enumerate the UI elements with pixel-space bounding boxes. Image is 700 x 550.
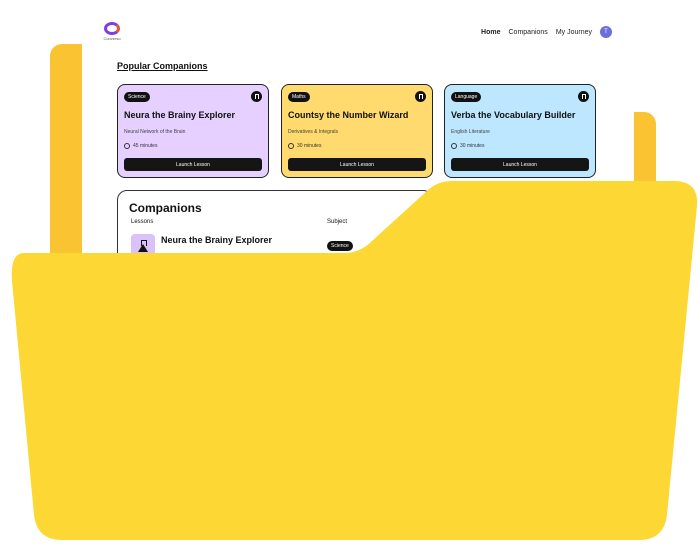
companions-list-panel: Companions Lessons Subject Neura the Bra…	[117, 190, 433, 286]
duration-text: 30 minutes	[297, 143, 322, 149]
app-screen: Converso Home Companions My Journey T Po…	[82, 14, 634, 286]
nav-link-companions[interactable]: Companions	[509, 29, 548, 36]
card-topic: Neural Network of the Brain	[124, 129, 186, 135]
card-duration: 45 minutes	[124, 143, 157, 149]
companion-card-language: Language Verba the Vocabulary Builder En…	[444, 84, 596, 178]
card-title: Neura the Brainy Explorer	[124, 110, 236, 120]
logo-text: Converso	[103, 36, 121, 41]
companions-title: Companions	[129, 201, 202, 215]
card-title: Verba the Vocabulary Builder	[451, 110, 576, 120]
companion-card-maths: Maths Countsy the Number Wizard Derivati…	[281, 84, 433, 178]
nav-link-home[interactable]: Home	[481, 29, 500, 36]
launch-lesson-button[interactable]: Launch Lesson	[288, 158, 426, 171]
logo[interactable]: Converso	[103, 22, 121, 42]
clock-icon	[451, 143, 457, 149]
bookmark-icon[interactable]	[415, 91, 426, 102]
avatar[interactable]: T	[600, 26, 612, 38]
table-row-name[interactable]: Neura the Brainy Explorer	[161, 235, 272, 245]
subject-badge: Language	[451, 92, 482, 102]
duration-text: 30 minutes	[460, 143, 485, 149]
card-title: Countsy the Number Wizard	[288, 110, 409, 120]
clock-icon	[288, 143, 294, 149]
popular-companions-title: Popular Companions	[117, 61, 208, 71]
duration-text: 45 minutes	[133, 143, 158, 149]
subject-badge: Science	[124, 92, 150, 102]
subject-badge: Science	[327, 241, 353, 251]
flask-icon	[131, 234, 155, 258]
launch-lesson-button[interactable]: Launch Lesson	[124, 158, 262, 171]
card-duration: 30 minutes	[288, 143, 321, 149]
clock-icon	[124, 143, 130, 149]
subject-badge: Maths	[288, 92, 310, 102]
nav-link-my-journey[interactable]: My Journey	[556, 29, 592, 36]
card-duration: 30 minutes	[451, 143, 484, 149]
bookmark-icon[interactable]	[251, 91, 262, 102]
column-header-lessons: Lessons	[131, 219, 154, 225]
card-topic: Derivatives & Integrals	[288, 129, 339, 135]
companion-card-science: Science Neura the Brainy Explorer Neural…	[117, 84, 269, 178]
logo-icon	[104, 22, 120, 35]
card-topic: English Literature	[451, 129, 490, 135]
column-header-subject: Subject	[327, 219, 348, 225]
nav-links: Home Companions My Journey T	[481, 26, 612, 38]
launch-lesson-button[interactable]: Launch Lesson	[451, 158, 589, 171]
bookmark-icon[interactable]	[578, 91, 589, 102]
navbar: Converso Home Companions My Journey T	[82, 14, 634, 50]
